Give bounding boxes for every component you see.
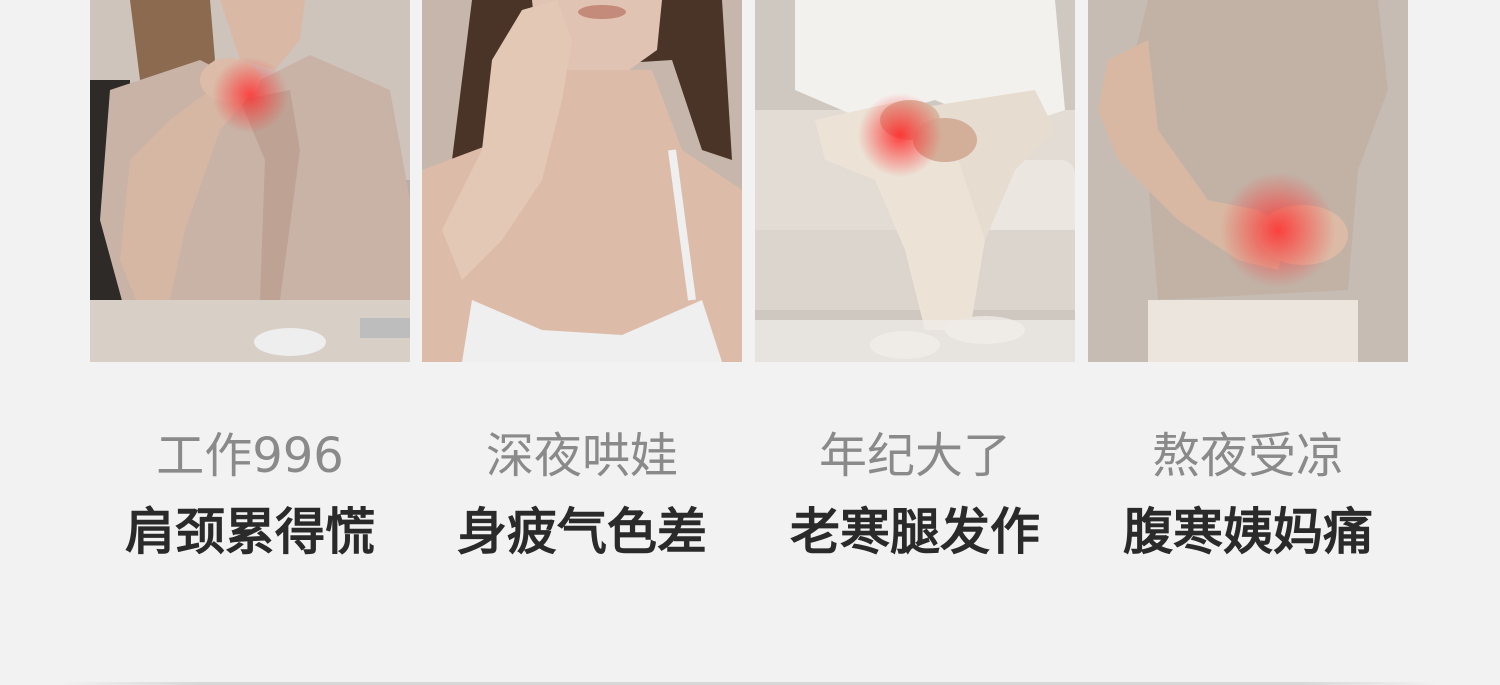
caption-scenario: 深夜哄娃 <box>485 428 678 484</box>
caption-scenario: 工作996 <box>156 428 344 484</box>
caption-neck: 工作996 肩颈累得慌 <box>90 418 410 570</box>
woman-touching-face-photo <box>422 0 742 362</box>
caption-scenario: 年纪大了 <box>818 428 1011 484</box>
person-holding-knee-photo <box>755 0 1075 362</box>
woman-holding-neck-photo <box>90 0 410 362</box>
caption-abdomen: 熬夜受凉 腹寒姨妈痛 <box>1088 418 1408 570</box>
woman-holding-abdomen-photo <box>1088 0 1408 362</box>
photo-abdomen-pain <box>1088 0 1408 362</box>
photo-face-tired <box>422 0 742 362</box>
photo-knee-pain <box>755 0 1075 362</box>
caption-symptom: 腹寒姨妈痛 <box>1123 503 1373 561</box>
caption-knee: 年纪大了 老寒腿发作 <box>755 418 1075 570</box>
caption-scenario: 熬夜受凉 <box>1151 428 1344 484</box>
photo-neck-pain <box>90 0 410 362</box>
caption-face: 深夜哄娃 身疲气色差 <box>422 418 742 570</box>
caption-symptom: 身疲气色差 <box>457 503 707 561</box>
caption-symptom: 老寒腿发作 <box>790 503 1040 561</box>
caption-symptom: 肩颈累得慌 <box>125 503 375 561</box>
